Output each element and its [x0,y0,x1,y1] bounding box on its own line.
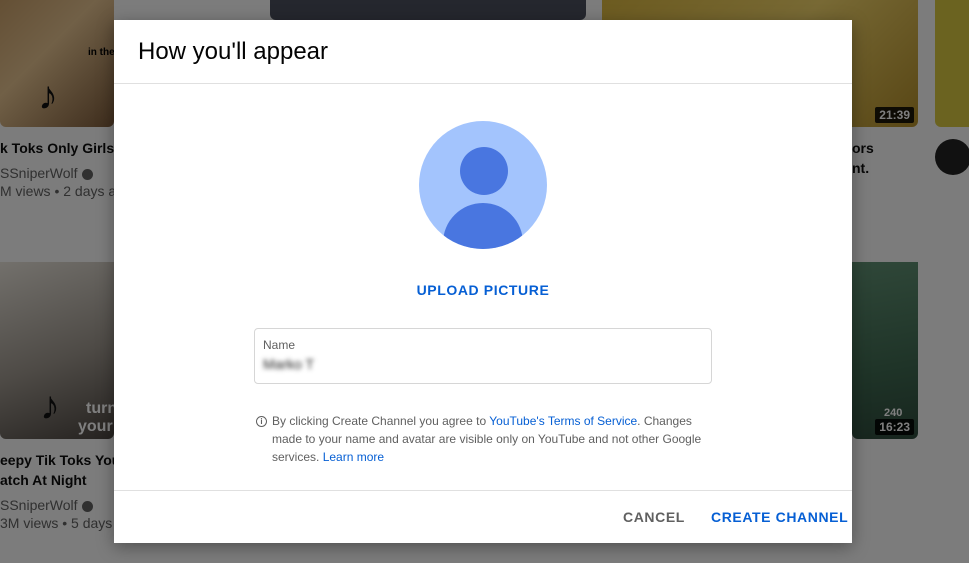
dialog-title: How you'll appear [138,37,329,65]
upload-picture-button[interactable]: UPLOAD PICTURE [114,282,852,298]
terms-text: By clicking Create Channel you agree to … [272,412,718,466]
dialog-footer: CANCEL CREATE CHANNEL [114,490,852,543]
name-field-label: Name [263,338,296,352]
terms-notice: i By clicking Create Channel you agree t… [256,412,718,466]
create-channel-dialog: How you'll appear UPLOAD PICTURE Name Ma… [114,20,852,543]
info-icon: i [256,416,267,427]
cancel-button[interactable]: CANCEL [623,509,685,525]
name-field[interactable]: Name Marko T [254,328,712,384]
name-field-value[interactable]: Marko T [263,356,703,372]
create-channel-button[interactable]: CREATE CHANNEL [711,509,848,525]
learn-more-link[interactable]: Learn more [323,450,384,464]
dialog-header: How you'll appear [114,20,852,84]
avatar-head [460,147,508,195]
terms-prefix: By clicking Create Channel you agree to [272,414,490,428]
avatar-body [443,203,523,249]
terms-of-service-link[interactable]: YouTube's Terms of Service [489,414,637,428]
avatar-placeholder-icon [419,121,547,249]
